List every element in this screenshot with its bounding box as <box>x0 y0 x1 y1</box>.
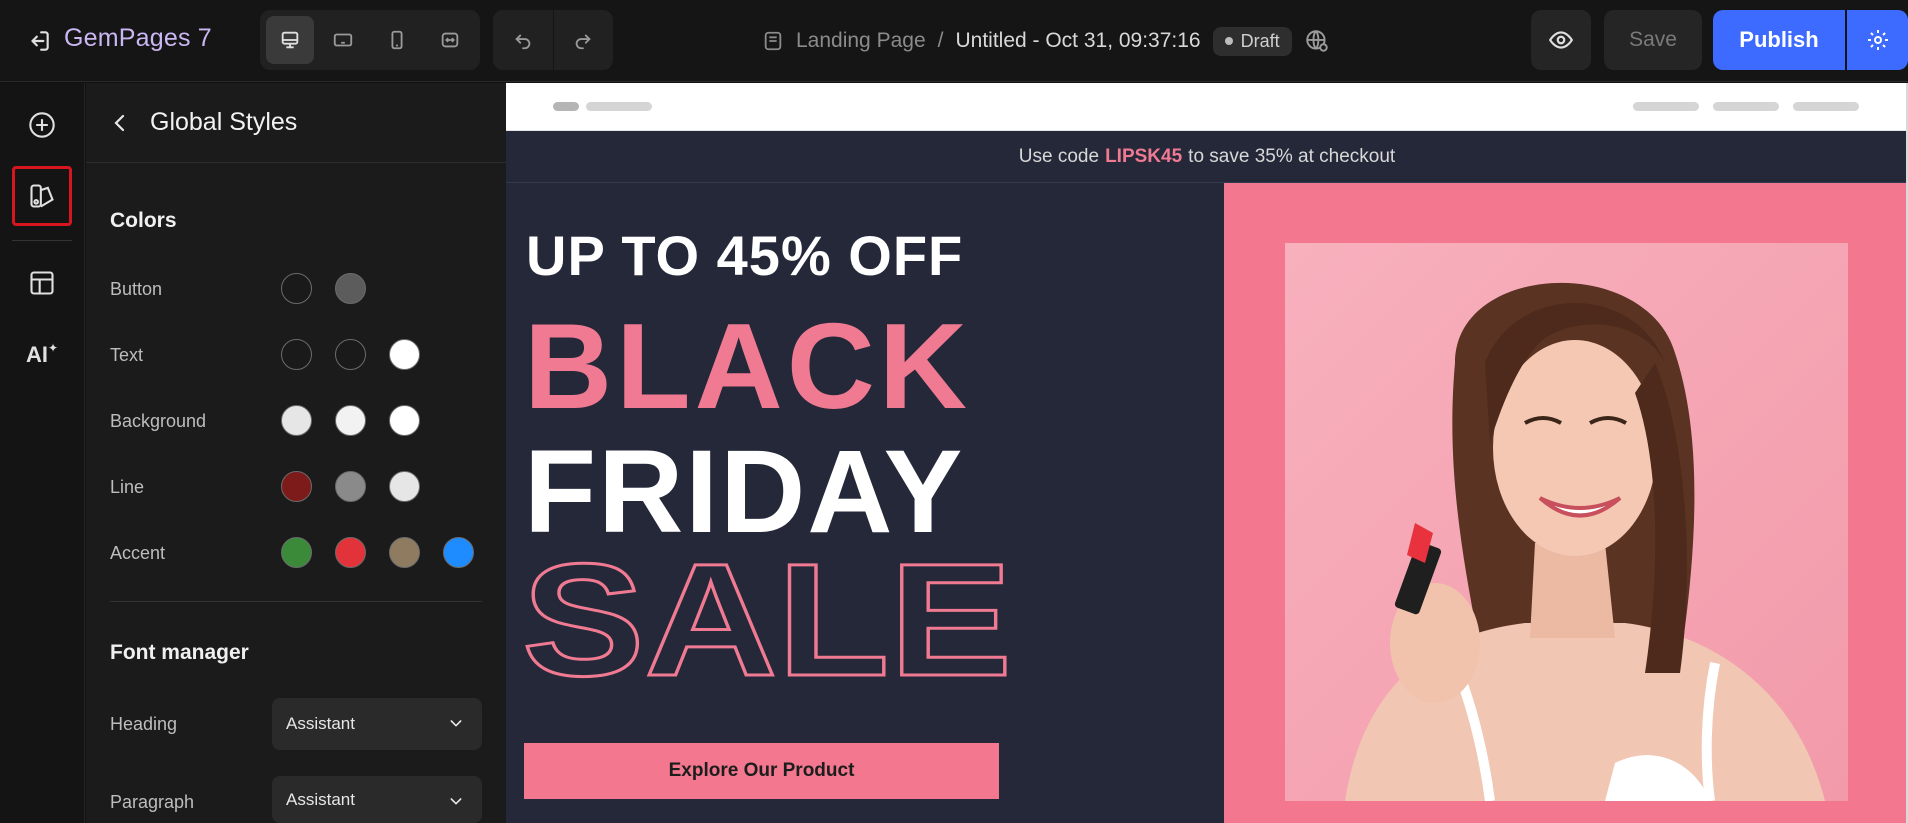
nav-placeholder <box>1713 102 1779 111</box>
color-swatch[interactable] <box>281 405 312 436</box>
color-swatch[interactable] <box>281 537 312 568</box>
rail-divider <box>12 240 72 241</box>
tablet-view-button[interactable] <box>320 16 368 64</box>
publish-settings-button[interactable] <box>1847 10 1908 70</box>
status-label: Draft <box>1240 30 1280 51</box>
gear-icon <box>1867 30 1888 50</box>
promo-suffix: to save 35% at checkout <box>1188 145 1396 167</box>
color-swatch[interactable] <box>389 471 420 502</box>
colors-heading: Colors <box>110 209 177 232</box>
heading-font-select[interactable]: Assistant <box>272 698 482 750</box>
preview-button[interactable] <box>1531 10 1591 70</box>
color-row-label: Accent <box>110 543 166 563</box>
brand-name: GemPages 7 <box>64 24 212 52</box>
history-controls <box>493 10 613 70</box>
color-swatch[interactable] <box>335 471 366 502</box>
panel-title: Global Styles <box>150 108 298 136</box>
status-dot <box>1224 37 1233 45</box>
section-divider <box>110 601 482 602</box>
site-header-placeholder[interactable] <box>506 83 1908 131</box>
editor-canvas[interactable]: Use code LIPSK45 to save 35% at checkout… <box>506 83 1908 823</box>
paragraph-font-value: Assistant <box>286 789 355 809</box>
chevron-down-icon <box>450 798 462 805</box>
mobile-icon <box>391 30 403 50</box>
globe-settings-icon[interactable] <box>1304 28 1330 54</box>
color-row-label: Background <box>110 411 207 431</box>
global-styles-icon <box>30 184 54 208</box>
layout-button[interactable] <box>12 253 72 313</box>
explore-product-button[interactable]: Explore Our Product <box>524 743 999 799</box>
exit-icon[interactable] <box>26 28 52 54</box>
eye-icon <box>1548 31 1574 49</box>
heading-font-value: Assistant <box>286 714 355 733</box>
fit-width-button[interactable] <box>427 16 475 64</box>
paragraph-font-select[interactable]: Assistant <box>272 776 482 823</box>
save-button[interactable]: Save <box>1604 10 1702 70</box>
fit-width-icon <box>442 32 459 48</box>
back-arrow-icon[interactable] <box>108 111 132 135</box>
divider <box>552 10 554 70</box>
color-swatch[interactable] <box>281 273 312 304</box>
promo-prefix: Use code <box>1018 145 1100 167</box>
color-row-label: Button <box>110 279 163 299</box>
font-manager-heading: Font manager <box>110 641 249 664</box>
color-swatch[interactable] <box>389 405 420 436</box>
sale-text: SALE <box>522 543 1012 683</box>
global-styles-panel: Global Styles Colors Button Text Backgro… <box>86 83 506 823</box>
color-swatch[interactable] <box>389 537 420 568</box>
color-swatch[interactable] <box>443 537 474 568</box>
color-swatch[interactable] <box>335 339 366 370</box>
color-swatch[interactable] <box>389 339 420 370</box>
tablet-landscape-icon <box>334 33 353 47</box>
desktop-view-button[interactable] <box>266 16 314 64</box>
woman-with-lipstick-illustration <box>1285 243 1848 801</box>
color-swatch[interactable] <box>281 339 312 370</box>
color-swatch[interactable] <box>281 471 312 502</box>
global-styles-button[interactable] <box>12 166 72 226</box>
panel-header: Global Styles <box>86 83 506 163</box>
breadcrumb-separator: / <box>937 29 944 52</box>
add-element-button[interactable] <box>12 95 72 155</box>
color-swatch[interactable] <box>335 405 366 436</box>
logo-placeholder <box>553 102 579 111</box>
nav-placeholder <box>1793 102 1859 111</box>
ai-icon: AI <box>25 342 48 367</box>
hero-offer-heading[interactable]: UP TO 45% OFF <box>526 223 963 288</box>
redo-icon <box>575 34 591 50</box>
hero-image-column[interactable] <box>1224 183 1908 823</box>
font-row-label: Paragraph <box>110 792 195 812</box>
hero-sale-outline-text[interactable]: SALE <box>518 543 1018 683</box>
color-swatch[interactable] <box>335 273 366 304</box>
color-row-label: Text <box>110 345 144 365</box>
device-switcher <box>260 10 480 70</box>
page-title[interactable]: Untitled - Oct 31, 09:37:16 <box>955 29 1200 53</box>
nav-placeholder <box>1633 102 1699 111</box>
desktop-icon <box>281 31 298 49</box>
add-element-icon <box>29 112 55 138</box>
hero-black-text[interactable]: BLACK <box>524 305 971 427</box>
undo-icon <box>515 34 531 50</box>
page-icon <box>764 31 782 51</box>
nav-placeholder <box>586 102 652 111</box>
color-swatch[interactable] <box>335 537 366 568</box>
promo-code: LIPSK45 <box>1105 145 1183 167</box>
page-type-label[interactable]: Landing Page <box>796 29 926 53</box>
color-row-label: Line <box>110 477 145 497</box>
hero-photo[interactable] <box>1285 243 1848 801</box>
page-breadcrumb: Landing Page / Untitled - Oct 31, 09:37:… <box>762 24 1330 58</box>
chevron-down-icon <box>450 720 462 727</box>
promo-banner[interactable]: Use code LIPSK45 to save 35% at checkout <box>506 131 1908 183</box>
mobile-view-button[interactable] <box>373 16 421 64</box>
undo-button[interactable] <box>499 16 547 64</box>
status-badge: Draft <box>1212 26 1292 56</box>
hero-friday-text[interactable]: FRIDAY <box>524 433 964 551</box>
layout-icon <box>30 271 54 295</box>
top-bar: GemPages 7 Landing Page / Untitled - Oct… <box>0 0 1908 82</box>
font-row-label: Heading <box>110 714 178 734</box>
ai-button[interactable]: AI ✦ <box>12 325 72 385</box>
tool-rail: AI ✦ <box>0 83 85 823</box>
publish-button[interactable]: Publish <box>1713 10 1845 70</box>
redo-button[interactable] <box>559 16 607 64</box>
